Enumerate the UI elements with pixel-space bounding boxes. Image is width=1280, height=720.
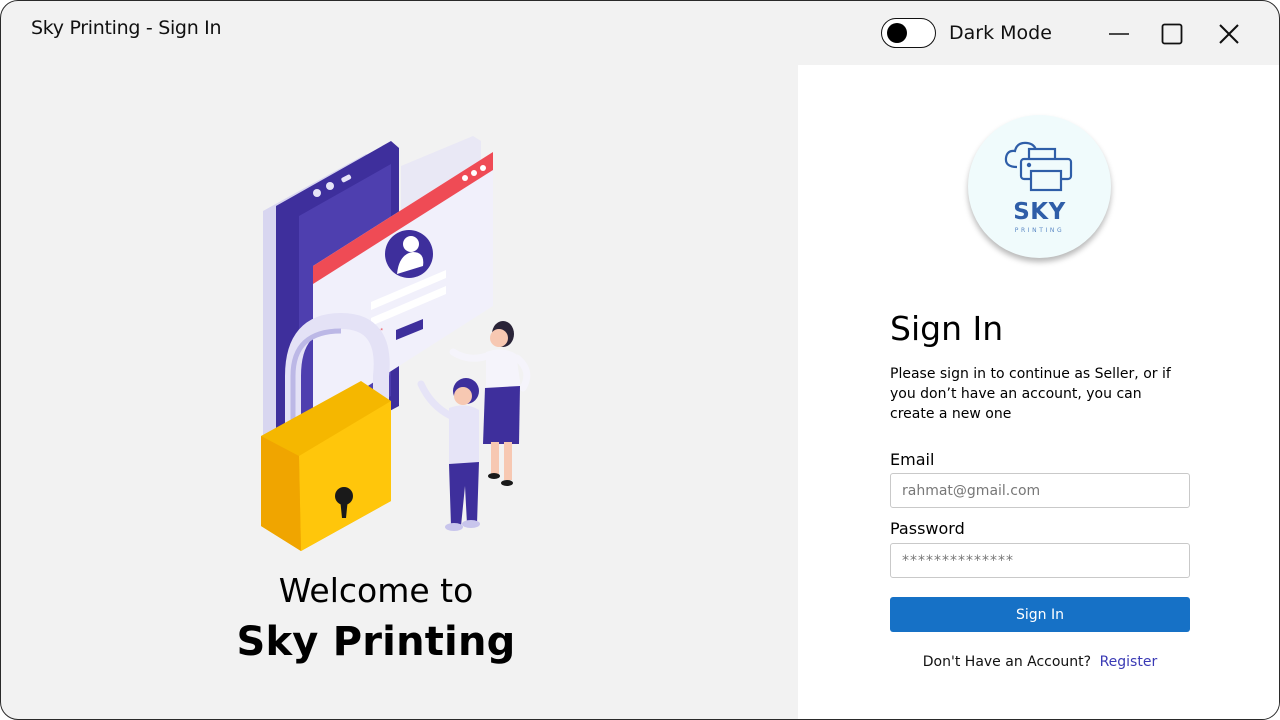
brand-logo: SKY PRINTING [968, 115, 1111, 258]
minimize-icon [1109, 33, 1129, 35]
signin-heading: Sign In [890, 309, 1004, 348]
welcome-line-2: Sky Printing [236, 619, 516, 665]
dark-mode-label: Dark Mode [949, 22, 1052, 44]
secure-login-illustration: **** [261, 136, 531, 551]
signin-panel: SKY PRINTING Sign In Please sign in to c… [798, 65, 1279, 719]
minimize-button[interactable] [1102, 17, 1136, 51]
app-window: Sky Printing - Sign In Dark Mode **** We… [0, 0, 1280, 720]
logo-subtext: PRINTING [1014, 227, 1065, 234]
password-field[interactable] [890, 543, 1190, 578]
no-account-text: Don't Have an Account? [922, 654, 1092, 670]
sign-in-button[interactable]: Sign In [890, 597, 1190, 632]
cloud-printer-icon [1004, 141, 1073, 192]
welcome-line-1: Welcome to [278, 571, 474, 610]
register-prompt: Don't Have an Account? Register [890, 654, 1190, 670]
close-button[interactable] [1212, 17, 1246, 51]
logo-wordmark: SKY [1013, 199, 1066, 225]
toggle-knob [887, 23, 907, 43]
signin-description: Please sign in to continue as Seller, or… [890, 366, 1171, 422]
maximize-icon [1161, 23, 1183, 45]
maximize-button[interactable] [1155, 17, 1189, 51]
register-link[interactable]: Register [1100, 654, 1158, 670]
email-field[interactable] [890, 473, 1190, 508]
dark-mode-toggle[interactable] [881, 18, 936, 48]
email-label: Email [890, 450, 935, 469]
close-icon [1219, 24, 1239, 44]
password-label: Password [890, 519, 965, 538]
window-title: Sky Printing - Sign In [31, 17, 222, 39]
